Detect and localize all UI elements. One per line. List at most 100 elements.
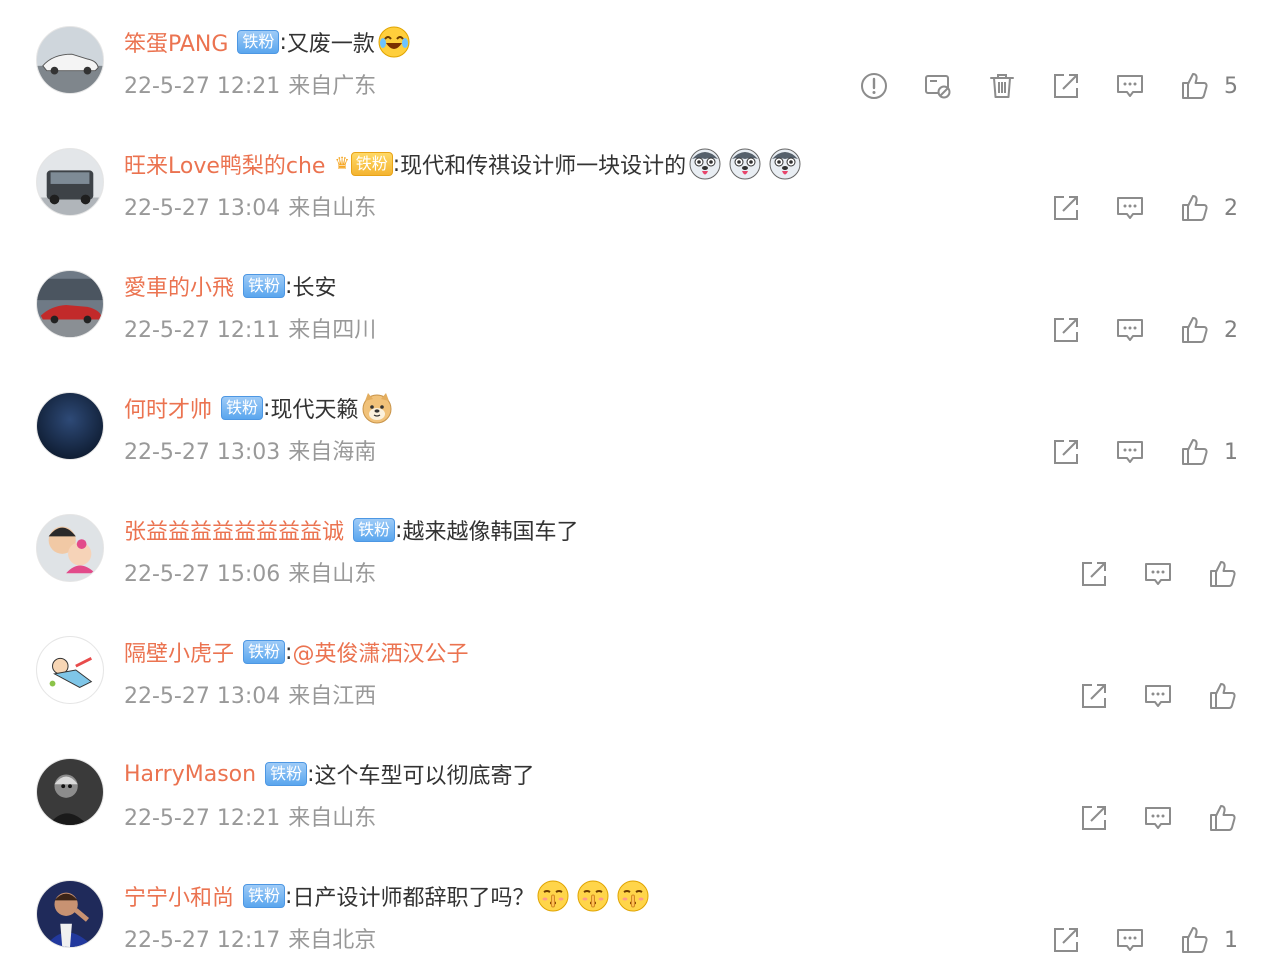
share-icon — [1051, 437, 1081, 467]
share-button[interactable] — [1050, 314, 1082, 346]
username-link[interactable]: HarryMason — [124, 762, 256, 787]
comment-meta: 22-5-27 12:17 来自北京 — [124, 922, 376, 954]
fan-badge[interactable]: 铁粉 — [237, 30, 280, 54]
comment-meta: 22-5-27 13:04 来自山东 — [124, 190, 376, 222]
reply-button[interactable] — [1114, 924, 1146, 956]
comment-actions: 5 — [826, 70, 1238, 102]
avatar[interactable] — [36, 392, 104, 460]
comment-text: 现代天籁 — [270, 398, 359, 423]
username-link[interactable]: 旺来Love鸭梨的che — [124, 148, 325, 180]
fan-badge-label: 铁粉 — [243, 884, 286, 908]
report-button[interactable] — [858, 70, 890, 102]
separator: : — [285, 273, 293, 299]
report-icon — [859, 71, 889, 101]
comment-content-line: HarryMason 铁粉: 这个车型可以彻底寄了 — [124, 754, 535, 794]
fan-badge[interactable]: 铁粉 — [243, 884, 286, 908]
share-button[interactable] — [1078, 680, 1110, 712]
reply-button[interactable] — [1142, 802, 1174, 834]
avatar[interactable] — [36, 270, 104, 338]
comment-meta: 22-5-27 12:21 来自广东 — [124, 68, 376, 100]
like-count: 1 — [1224, 439, 1238, 465]
username-link[interactable]: 张益益益益益益益益诚 — [124, 514, 344, 546]
comment-content-line: 张益益益益益益益益诚 铁粉: 越来越像韩国车了 — [124, 510, 578, 550]
fan-badge[interactable]: 铁粉 — [221, 396, 264, 420]
doge-emoji — [360, 391, 394, 425]
fan-badge[interactable]: 铁粉 — [243, 274, 286, 298]
comment-location: 来自海南 — [288, 440, 377, 465]
comment-item: 愛車的小飛 铁粉: 长安 22-5-27 12:11 来自四川 2 — [0, 244, 1274, 366]
reply-button[interactable] — [1114, 70, 1146, 102]
username-link[interactable]: 隔壁小虎子 — [124, 636, 234, 668]
share-button[interactable] — [1050, 436, 1082, 468]
like-button[interactable] — [1178, 192, 1210, 224]
share-icon — [1079, 559, 1109, 589]
fan-badge[interactable]: 铁粉 — [265, 762, 308, 786]
comment-location: 来自江西 — [288, 684, 377, 709]
fan-badge-label: 铁粉 — [353, 518, 396, 542]
delete-button[interactable] — [986, 70, 1018, 102]
comment-meta: 22-5-27 15:06 来自山东 — [124, 556, 376, 588]
share-button[interactable] — [1050, 192, 1082, 224]
comment-actions — [1046, 680, 1238, 712]
share-icon — [1051, 925, 1081, 955]
comment-meta: 22-5-27 12:11 来自四川 — [124, 312, 376, 344]
like-button[interactable] — [1178, 70, 1210, 102]
like-button[interactable] — [1206, 680, 1238, 712]
comment-time: 22-5-27 12:11 — [124, 318, 281, 343]
avatar[interactable] — [36, 26, 104, 94]
username-link[interactable]: 愛車的小飛 — [124, 270, 234, 302]
reply-icon — [1115, 71, 1145, 101]
avatar[interactable] — [36, 148, 104, 216]
like-button[interactable] — [1178, 436, 1210, 468]
avatar[interactable] — [36, 758, 104, 826]
share-button[interactable] — [1050, 70, 1082, 102]
fan-badge[interactable]: 铁粉 — [243, 640, 286, 664]
comment-actions: 1 — [1018, 436, 1238, 468]
emoji-group — [688, 147, 808, 181]
like-button[interactable] — [1178, 924, 1210, 956]
reply-button[interactable] — [1142, 680, 1174, 712]
comment-meta: 22-5-27 12:21 来自山东 — [124, 800, 376, 832]
hide-button[interactable] — [922, 70, 954, 102]
share-button[interactable] — [1078, 802, 1110, 834]
like-count: 2 — [1224, 195, 1238, 221]
mention-link[interactable]: @英俊潇洒汉公子 — [292, 636, 468, 668]
comment-content-line: 宁宁小和尚 铁粉: 日产设计师都辞职了吗？ — [124, 876, 656, 916]
comment-meta: 22-5-27 13:04 来自江西 — [124, 678, 376, 710]
avatar[interactable] — [36, 514, 104, 582]
share-button[interactable] — [1078, 558, 1110, 590]
husky-emoji — [688, 147, 722, 181]
fan-badge-label: 铁粉 — [350, 152, 393, 176]
fan-badge[interactable]: 铁粉 — [353, 518, 396, 542]
like-icon — [1179, 925, 1209, 955]
username-link[interactable]: 笨蛋PANG — [124, 26, 228, 58]
fan-badge-label: 铁粉 — [265, 762, 308, 786]
like-button[interactable] — [1206, 558, 1238, 590]
reply-icon — [1115, 193, 1145, 223]
share-button[interactable] — [1050, 924, 1082, 956]
like-icon — [1179, 437, 1209, 467]
reply-button[interactable] — [1142, 558, 1174, 590]
like-button[interactable] — [1178, 314, 1210, 346]
username-link[interactable]: 何时才帅 — [124, 392, 212, 424]
like-count: 5 — [1224, 73, 1238, 99]
reply-button[interactable] — [1114, 314, 1146, 346]
username-link[interactable]: 宁宁小和尚 — [124, 880, 234, 912]
like-button[interactable] — [1206, 802, 1238, 834]
comment-actions: 2 — [1018, 192, 1238, 224]
reply-icon — [1115, 437, 1145, 467]
reply-button[interactable] — [1114, 192, 1146, 224]
fan-badge-label: 铁粉 — [221, 396, 264, 420]
comment-content-line: 笨蛋PANG 铁粉: 又废一款 — [124, 22, 417, 62]
reply-button[interactable] — [1114, 436, 1146, 468]
avatar[interactable] — [36, 636, 104, 704]
comment-time: 22-5-27 12:21 — [124, 74, 281, 99]
comment-item: 隔壁小虎子 铁粉: @英俊潇洒汉公子 22-5-27 13:04 来自江西 — [0, 610, 1274, 732]
like-icon — [1179, 193, 1209, 223]
separator: : — [285, 883, 293, 909]
like-icon — [1179, 71, 1209, 101]
comment-item: 宁宁小和尚 铁粉: 日产设计师都辞职了吗？ 22-5-27 12:17 来自北京 1 — [0, 854, 1274, 976]
comment-text: 现代和传祺设计师一块设计的 — [400, 154, 687, 179]
avatar[interactable] — [36, 880, 104, 948]
fan-badge[interactable]: ♛ 铁粉 — [334, 152, 393, 176]
